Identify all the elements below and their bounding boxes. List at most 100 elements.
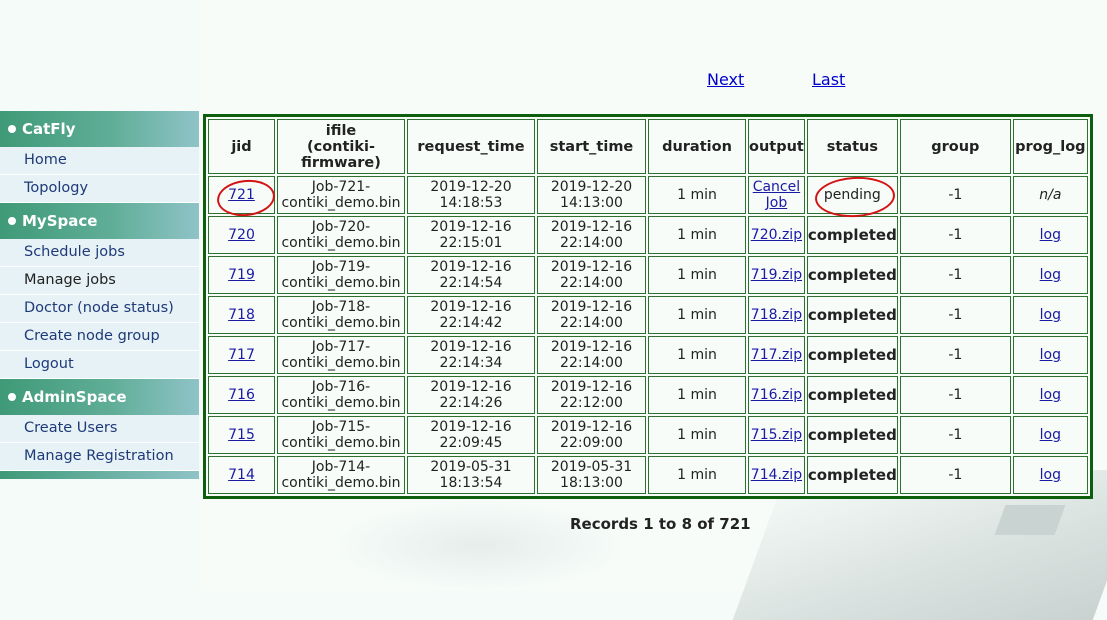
start-time-cell: 2019-12-16 22:14:00 — [537, 296, 646, 334]
output-zip-link[interactable]: 716.zip — [751, 387, 802, 403]
col-header-group[interactable]: group — [899, 119, 1011, 174]
job-id-link[interactable]: 720 — [228, 227, 255, 243]
status-cell: completed — [806, 456, 898, 494]
col-header-start-time[interactable]: start_time — [537, 119, 646, 174]
ifile-cell: Job-718- contiki_demo.bin — [277, 296, 405, 334]
start-time: 22:14:00 — [560, 315, 623, 331]
log-link[interactable]: log — [1040, 227, 1061, 243]
log-link[interactable]: log — [1040, 347, 1061, 363]
jid-cell: 721 — [208, 176, 275, 214]
start-date: 2019-05-31 — [550, 459, 633, 475]
ifile-text: Job-716- — [311, 379, 371, 395]
request-time-cell: 2019-12-16 22:09:45 — [407, 416, 535, 454]
col-header-jid[interactable]: jid — [208, 119, 275, 174]
ifile-text: contiki_demo.bin — [281, 475, 401, 491]
prog-log-cell: log — [1012, 376, 1088, 414]
status-cell: completed — [806, 216, 898, 254]
jid-cell: 720 — [208, 216, 275, 254]
sidebar-item-doctor[interactable]: Doctor (node status) — [0, 295, 199, 323]
sidebar-item-logout[interactable]: Logout — [0, 351, 199, 379]
log-link[interactable]: log — [1040, 467, 1061, 483]
ifile-text: contiki_demo.bin — [281, 395, 401, 411]
col-header-ifile[interactable]: ifile (contiki- firmware) — [277, 119, 405, 174]
ifile-text: contiki_demo.bin — [281, 235, 401, 251]
log-link[interactable]: log — [1040, 267, 1061, 283]
output-cell: Cancel Job — [748, 176, 805, 214]
col-header-status[interactable]: status — [806, 119, 898, 174]
start-date: 2019-12-16 — [550, 419, 633, 435]
col-header-prog-log[interactable]: prog_log — [1012, 119, 1088, 174]
output-cell: 715.zip — [748, 416, 805, 454]
status-cell: completed — [806, 336, 898, 374]
records-count: Records 1 to 8 of 721 — [570, 515, 751, 533]
sidebar-item-create-node-group[interactable]: Create node group — [0, 323, 199, 351]
start-date: 2019-12-16 — [550, 219, 633, 235]
output-cell: 716.zip — [748, 376, 805, 414]
output-zip-link[interactable]: 717.zip — [751, 347, 802, 363]
duration-cell: 1 min — [648, 456, 746, 494]
output-zip-link[interactable]: 718.zip — [751, 307, 802, 323]
ifile-cell: Job-716- contiki_demo.bin — [277, 376, 405, 414]
status-cell: pending — [806, 176, 898, 214]
request-date: 2019-12-16 — [430, 339, 512, 355]
start-time: 22:14:00 — [560, 275, 623, 291]
table-row: 720 Job-720- contiki_demo.bin 2019-12-16 2… — [208, 216, 1088, 254]
ifile-text: Job-718- — [311, 299, 371, 315]
group-cell: -1 — [899, 376, 1011, 414]
group-cell: -1 — [899, 416, 1011, 454]
annotation-circle: 721 — [228, 187, 255, 203]
col-header-duration[interactable]: duration — [648, 119, 746, 174]
sidebar-item-topology[interactable]: Topology — [0, 175, 199, 203]
jid-cell: 717 — [208, 336, 275, 374]
group-cell: -1 — [899, 456, 1011, 494]
output-cell: 714.zip — [748, 456, 805, 494]
sidebar: CatFly Home Topology MySpace Schedule jo… — [0, 111, 199, 479]
job-id-link[interactable]: 716 — [228, 387, 255, 403]
job-id-link[interactable]: 715 — [228, 427, 255, 443]
section-header-adminspace: AdminSpace — [0, 379, 199, 415]
sidebar-item-schedule-jobs[interactable]: Schedule jobs — [0, 239, 199, 267]
last-page-link[interactable]: Last — [812, 70, 845, 89]
cancel-job-text: Cancel — [752, 179, 801, 195]
ifile-text: contiki_demo.bin — [281, 315, 401, 331]
log-link[interactable]: log — [1040, 387, 1061, 403]
start-time-cell: 2019-05-31 18:13:00 — [537, 456, 646, 494]
ifile-header-line: firmware) — [301, 154, 381, 171]
sidebar-item-manage-registration[interactable]: Manage Registration — [0, 443, 199, 471]
job-id-link[interactable]: 718 — [228, 307, 255, 323]
log-link[interactable]: log — [1040, 307, 1061, 323]
log-link[interactable]: log — [1040, 427, 1061, 443]
request-time: 22:14:54 — [439, 275, 503, 291]
request-time: 18:13:54 — [439, 475, 503, 491]
col-header-request-time[interactable]: request_time — [407, 119, 535, 174]
request-date: 2019-12-16 — [430, 299, 512, 315]
sidebar-item-manage-jobs[interactable]: Manage jobs — [0, 267, 199, 295]
start-time-cell: 2019-12-16 22:09:00 — [537, 416, 646, 454]
duration-cell: 1 min — [648, 376, 746, 414]
ifile-text: contiki_demo.bin — [281, 355, 401, 371]
sidebar-item-create-users[interactable]: Create Users — [0, 415, 199, 443]
sidebar-item-home[interactable]: Home — [0, 147, 199, 175]
table-header-row: jid ifile (contiki- firmware) request_ti… — [208, 119, 1088, 174]
job-id-link[interactable]: 721 — [228, 187, 255, 203]
table-row: 719 Job-719- contiki_demo.bin 2019-12-16 2… — [208, 256, 1088, 294]
next-page-link[interactable]: Next — [707, 70, 744, 89]
prog-log-cell: n/a — [1012, 176, 1088, 214]
ifile-text: Job-720- — [311, 219, 371, 235]
job-id-link[interactable]: 717 — [228, 347, 255, 363]
section-title: MySpace — [22, 212, 98, 230]
ifile-text: contiki_demo.bin — [281, 435, 401, 451]
col-header-output[interactable]: output — [748, 119, 805, 174]
duration-cell: 1 min — [648, 216, 746, 254]
output-zip-link[interactable]: 715.zip — [751, 427, 802, 443]
bullet-icon — [8, 392, 16, 401]
cancel-job-link[interactable]: Cancel Job — [753, 179, 800, 211]
output-zip-link[interactable]: 714.zip — [751, 467, 802, 483]
status-cell: completed — [806, 296, 898, 334]
status-text: pending — [823, 187, 881, 203]
output-zip-link[interactable]: 719.zip — [751, 267, 802, 283]
job-id-link[interactable]: 714 — [228, 467, 255, 483]
output-zip-link[interactable]: 720.zip — [751, 227, 802, 243]
prog-log-cell: log — [1012, 256, 1088, 294]
job-id-link[interactable]: 719 — [228, 267, 255, 283]
